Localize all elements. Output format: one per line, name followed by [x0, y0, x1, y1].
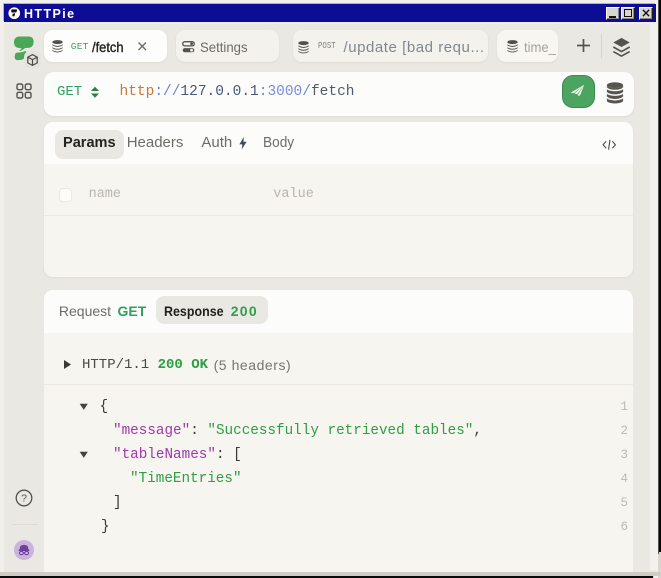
svg-text:?: ?	[21, 493, 27, 505]
